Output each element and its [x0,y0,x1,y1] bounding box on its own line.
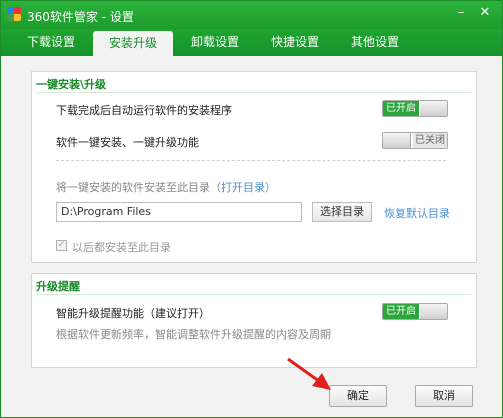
one-click-label: 软件一键安装、一键升级功能 [56,136,199,149]
always-install-checkbox[interactable]: ✓ [56,240,67,251]
tab-uninstall-settings[interactable]: 卸载设置 [175,29,255,56]
settings-window: 360软件管家 - 设置 – ✕ 下载设置 安装升级 卸载设置 快捷设置 其他设… [0,0,503,418]
minimize-icon[interactable]: – [451,4,471,22]
toggle-state-text: 已关闭 [413,133,447,148]
toggle-state-text: 已开启 [383,101,419,116]
install-dir-input[interactable]: D:\Program Files [56,202,302,222]
dashed-divider [56,160,446,161]
tab-bar: 下载设置 安装升级 卸载设置 快捷设置 其他设置 [1,29,502,56]
upgrade-reminder-panel: 升级提醒 智能升级提醒功能（建议打开） 已开启 根据软件更新频率，智能调整软件升… [31,273,477,368]
tab-shortcut-settings[interactable]: 快捷设置 [255,29,335,56]
toggle-knob [383,133,411,148]
divider [36,294,472,295]
open-dir-link[interactable]: 打开目录 [221,181,265,194]
smart-reminder-description: 根据软件更新频率，智能调整软件升级提醒的内容及周期 [56,328,331,341]
title-bar: 360软件管家 - 设置 – ✕ [1,1,502,29]
tab-install-upgrade[interactable]: 安装升级 [93,31,173,56]
toggle-knob [420,304,447,319]
toggle-knob [420,101,447,116]
install-dir-close: ） [265,181,276,194]
choose-dir-button[interactable]: 选择目录 [312,202,372,222]
app-logo-icon [7,7,21,21]
one-click-install-panel: 一键安装\升级 下载完成后自动运行软件的安装程序 已开启 软件一键安装、一键升级… [31,71,477,263]
restore-default-link[interactable]: 恢复默认目录 [384,205,450,221]
tab-other-settings[interactable]: 其他设置 [335,29,415,56]
auto-run-toggle[interactable]: 已开启 [382,100,448,117]
install-dir-text: 将一键安装的软件安装至此目录（ [56,181,221,194]
smart-reminder-toggle[interactable]: 已开启 [382,303,448,320]
always-install-label: 以后都安装至此目录 [72,241,171,254]
close-icon[interactable]: ✕ [475,4,495,22]
section-title: 一键安装\升级 [36,78,107,91]
install-dir-label: 将一键安装的软件安装至此目录（打开目录） [56,179,276,195]
window-title: 360软件管家 - 设置 [27,10,134,24]
ok-button[interactable]: 确定 [329,385,387,407]
section-title: 升级提醒 [36,280,80,293]
cancel-button[interactable]: 取消 [415,385,473,407]
auto-run-label: 下载完成后自动运行软件的安装程序 [56,104,232,117]
toggle-state-text: 已开启 [383,304,419,319]
smart-reminder-label: 智能升级提醒功能（建议打开） [56,307,210,320]
one-click-toggle[interactable]: 已关闭 [382,132,448,149]
divider [36,92,472,93]
tab-download-settings[interactable]: 下载设置 [11,29,91,56]
